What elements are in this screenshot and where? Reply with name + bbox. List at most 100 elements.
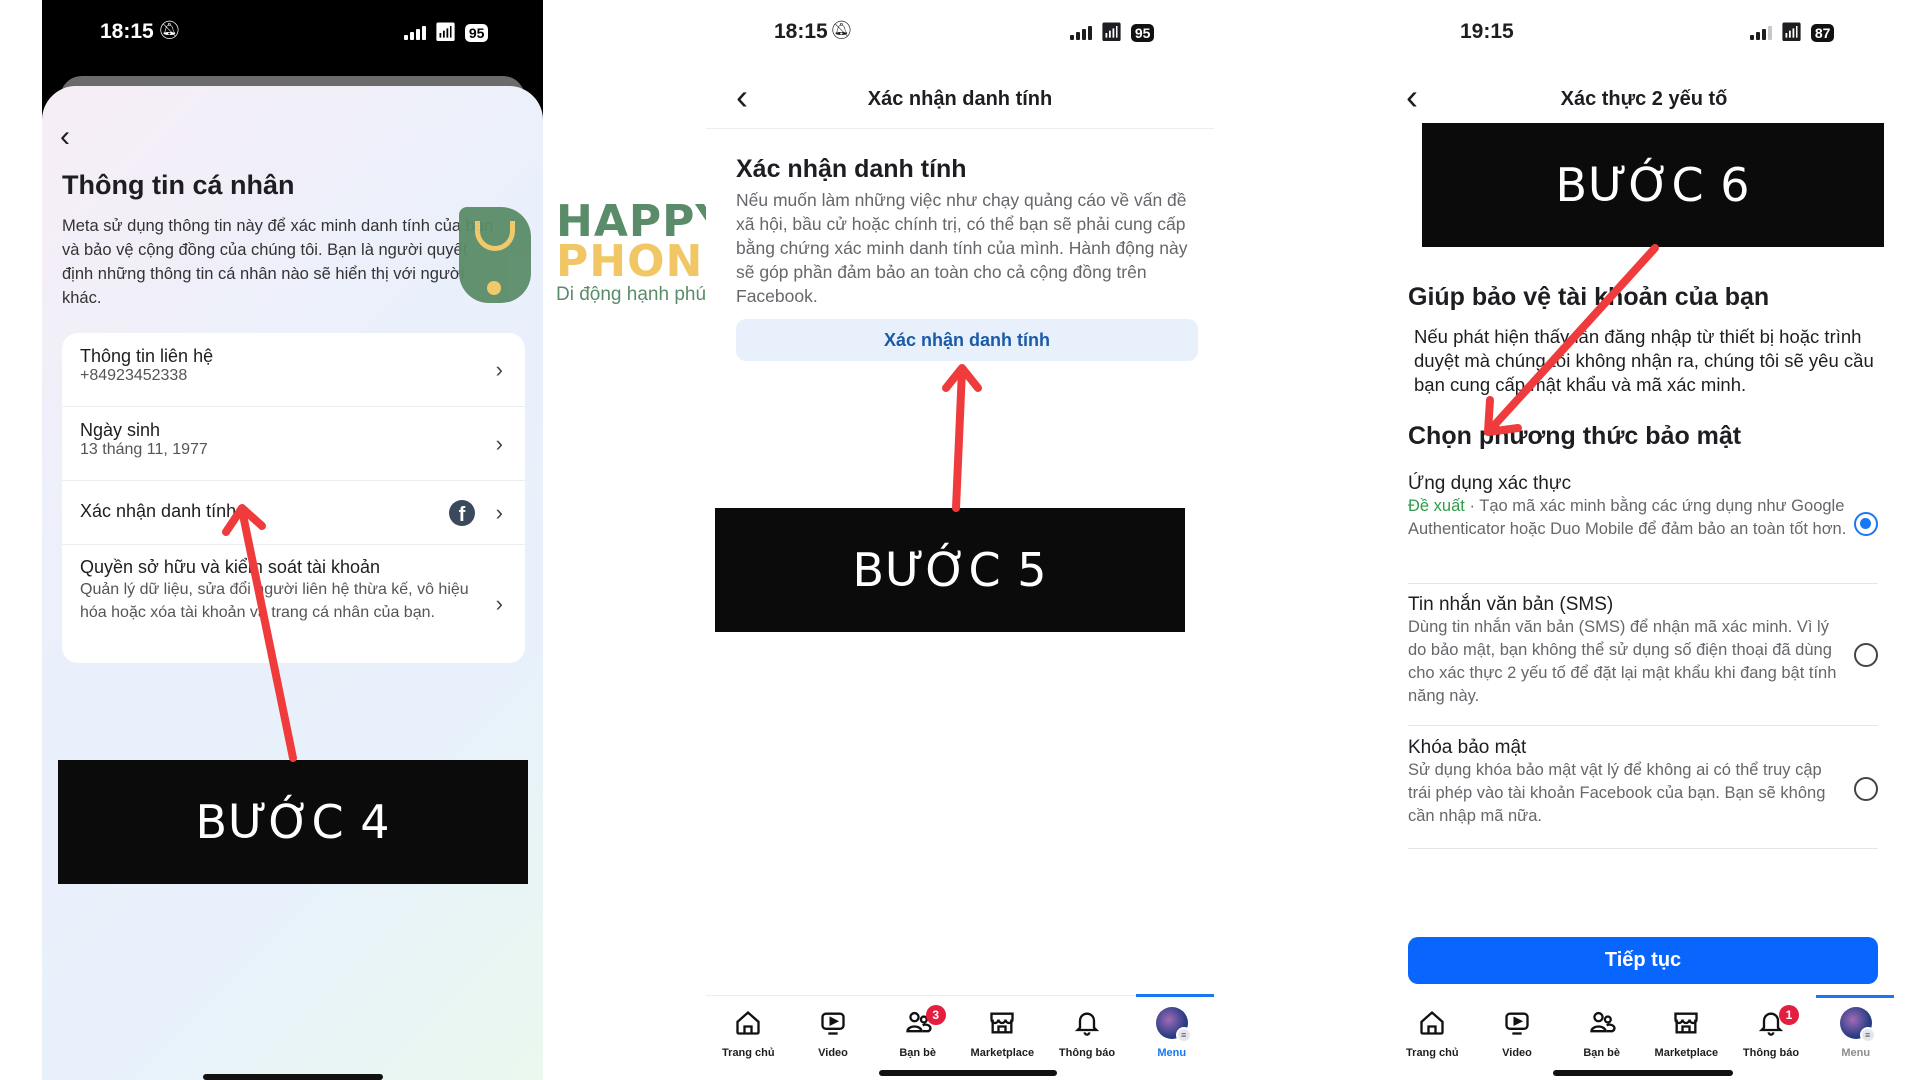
item-label: Quyền sở hữu và kiểm soát tài khoản	[80, 557, 381, 577]
list-item-identity-confirmation[interactable]: Xác nhận danh tính f ›	[62, 481, 525, 545]
tab-label: Marketplace	[1654, 1047, 1719, 1059]
silent-bell-icon: 🔕︎	[158, 20, 181, 40]
list-item-account-ownership[interactable]: Quyền sở hữu và kiểm soát tài khoản Quản…	[62, 545, 525, 663]
home-icon	[734, 1003, 762, 1043]
avatar-icon: ≡	[1839, 1007, 1876, 1043]
item-value: +84923452338	[80, 367, 188, 384]
radio-unselected[interactable]	[1854, 777, 1878, 801]
tab-label: Video	[1502, 1047, 1532, 1059]
option-description: Đề xuất · Tạo mã xác minh bằng các ứng d…	[1408, 497, 1847, 538]
option-title: Ứng dụng xác thực	[1408, 473, 1572, 494]
step-5-label: BƯỚC 5	[715, 508, 1185, 632]
section-description: Nếu phát hiện thấy lần đăng nhập từ thiế…	[1414, 326, 1874, 395]
option-description: Dùng tin nhắn văn bản (SMS) để nhận mã x…	[1408, 618, 1837, 705]
logo-tagline: Di động hạnh phúc	[556, 284, 716, 305]
status-time: 19:15	[1460, 20, 1514, 43]
tab-label: Menu	[1841, 1047, 1871, 1059]
wifi-icon: 📶︎	[434, 22, 457, 42]
tab-notifications[interactable]: Thông báo	[1045, 1003, 1130, 1063]
tab-label: Bạn bè	[1583, 1047, 1621, 1059]
status-icons: 📶︎ 95	[404, 22, 489, 43]
option-security-key[interactable]: Khóa bảo mật Sử dụng khóa bảo mật vật lý…	[1408, 737, 1878, 849]
wifi-icon: 📶︎	[1780, 22, 1803, 42]
friends-icon	[1588, 1003, 1616, 1043]
settings-list: Thông tin liên hệ +84923452338 › Ngày si…	[62, 333, 525, 663]
wifi-icon: 📶︎	[1100, 22, 1123, 42]
header-divider	[706, 128, 1214, 129]
chevron-right-icon: ›	[495, 430, 503, 456]
step-4-label: BƯỚC 4	[58, 760, 528, 884]
security-method-heading: Chọn phương thức bảo mật	[1408, 422, 1742, 450]
confirm-identity-button[interactable]: Xác nhận danh tính	[736, 319, 1198, 361]
tab-video[interactable]: Video	[1475, 1003, 1560, 1063]
option-title: Khóa bảo mật	[1408, 737, 1527, 758]
tab-home[interactable]: Trang chủ	[706, 1003, 791, 1063]
tab-menu[interactable]: ≡ Menu	[1813, 1003, 1898, 1063]
bell-icon	[1073, 1003, 1101, 1043]
section-description: Nếu muốn làm những việc như chạy quảng c…	[736, 190, 1188, 306]
section-heading: Xác nhận danh tính	[736, 155, 967, 183]
item-label: Ngày sinh	[80, 420, 161, 440]
continue-button[interactable]: Tiếp tục	[1408, 937, 1878, 984]
tab-label: Thông báo	[1742, 1047, 1800, 1059]
option-description: Sử dụng khóa bảo mật vật lý để không ai …	[1408, 761, 1826, 825]
marketplace-icon	[988, 1003, 1016, 1043]
radio-unselected[interactable]	[1854, 643, 1878, 667]
page-title: Thông tin cá nhân	[62, 170, 295, 200]
tab-video[interactable]: Video	[791, 1003, 876, 1063]
nav-title: Xác nhận danh tính	[867, 88, 1053, 110]
item-value: 13 tháng 11, 1977	[80, 441, 208, 458]
battery-indicator: 95	[464, 23, 489, 42]
tab-marketplace[interactable]: Marketplace	[960, 1003, 1045, 1063]
status-time: 18:15	[774, 20, 828, 43]
radio-selected[interactable]	[1854, 512, 1878, 536]
bottom-tab-bar: Trang chủ Video Bạn bè Marketplace 1 Thô…	[1390, 1003, 1898, 1063]
status-icons: 📶︎ 87	[1750, 22, 1835, 43]
item-description: Quản lý dữ liệu, sửa đổi người liên hệ t…	[80, 581, 469, 621]
notification-badge: 1	[1779, 1005, 1800, 1025]
battery-indicator: 95	[1130, 23, 1155, 42]
list-item-birthday[interactable]: Ngày sinh 13 tháng 11, 1977 ›	[62, 407, 525, 481]
chevron-right-icon: ›	[495, 591, 503, 616]
chevron-right-icon: ›	[495, 499, 503, 525]
tab-home[interactable]: Trang chủ	[1390, 1003, 1475, 1063]
facebook-icon: f	[449, 499, 475, 526]
step-6-label: BƯỚC 6	[1422, 123, 1884, 247]
option-authenticator-app[interactable]: Ứng dụng xác thực Đề xuất · Tạo mã xác m…	[1408, 473, 1878, 584]
nav-title: Xác thực 2 yếu tố	[1560, 88, 1728, 110]
avatar-icon: ≡	[1155, 1007, 1192, 1043]
tab-friends[interactable]: Bạn bè	[1559, 1003, 1644, 1063]
notification-badge: 3	[925, 1005, 946, 1025]
page-description: Meta sử dụng thông tin này để xác minh d…	[62, 217, 494, 307]
home-indicator	[1553, 1070, 1733, 1076]
back-chevron-icon[interactable]: ‹	[60, 122, 70, 152]
recommended-tag: Đề xuất	[1408, 497, 1465, 515]
tab-notifications[interactable]: 1 Thông báo	[1729, 1003, 1814, 1063]
tab-label: Menu	[1157, 1047, 1187, 1059]
signal-icon	[1750, 25, 1772, 40]
marketplace-icon	[1672, 1003, 1700, 1043]
tab-label: Trang chủ	[722, 1047, 775, 1059]
tab-marketplace[interactable]: Marketplace	[1644, 1003, 1729, 1063]
section-heading: Giúp bảo vệ tài khoản của bạn	[1408, 283, 1770, 311]
list-item-contact[interactable]: Thông tin liên hệ +84923452338 ›	[62, 333, 525, 407]
bottom-tab-bar: Trang chủ Video 3 Bạn bè Marketplace Thô…	[706, 1003, 1214, 1063]
menu-lines-icon: ≡	[1175, 1027, 1192, 1043]
status-time: 18:15	[100, 20, 154, 43]
video-icon	[819, 1003, 847, 1043]
tab-label: Marketplace	[970, 1047, 1035, 1059]
phone-screen-identity-confirmation: 18:15 🔕︎ 📶︎ 95 ‹ Xác nhận danh tính Xác …	[706, 0, 1214, 1080]
signal-icon	[1070, 25, 1092, 40]
item-label: Thông tin liên hệ	[80, 346, 214, 366]
video-icon	[1503, 1003, 1531, 1043]
tab-friends[interactable]: 3 Bạn bè	[875, 1003, 960, 1063]
tab-menu[interactable]: ≡ Menu	[1129, 1003, 1214, 1063]
tab-label: Bạn bè	[899, 1047, 937, 1059]
option-sms[interactable]: Tin nhắn văn bản (SMS) Dùng tin nhắn văn…	[1408, 594, 1878, 726]
phone-screen-personal-info: 18:15 🔕︎ 📶︎ 95 ‹ Thông tin cá nhân Meta …	[42, 0, 543, 1080]
status-icons: 📶︎ 95	[1070, 22, 1155, 43]
tab-label: Trang chủ	[1406, 1047, 1459, 1059]
active-tab-indicator	[1136, 994, 1214, 997]
tab-label: Thông báo	[1058, 1047, 1116, 1059]
chevron-right-icon: ›	[495, 356, 503, 382]
